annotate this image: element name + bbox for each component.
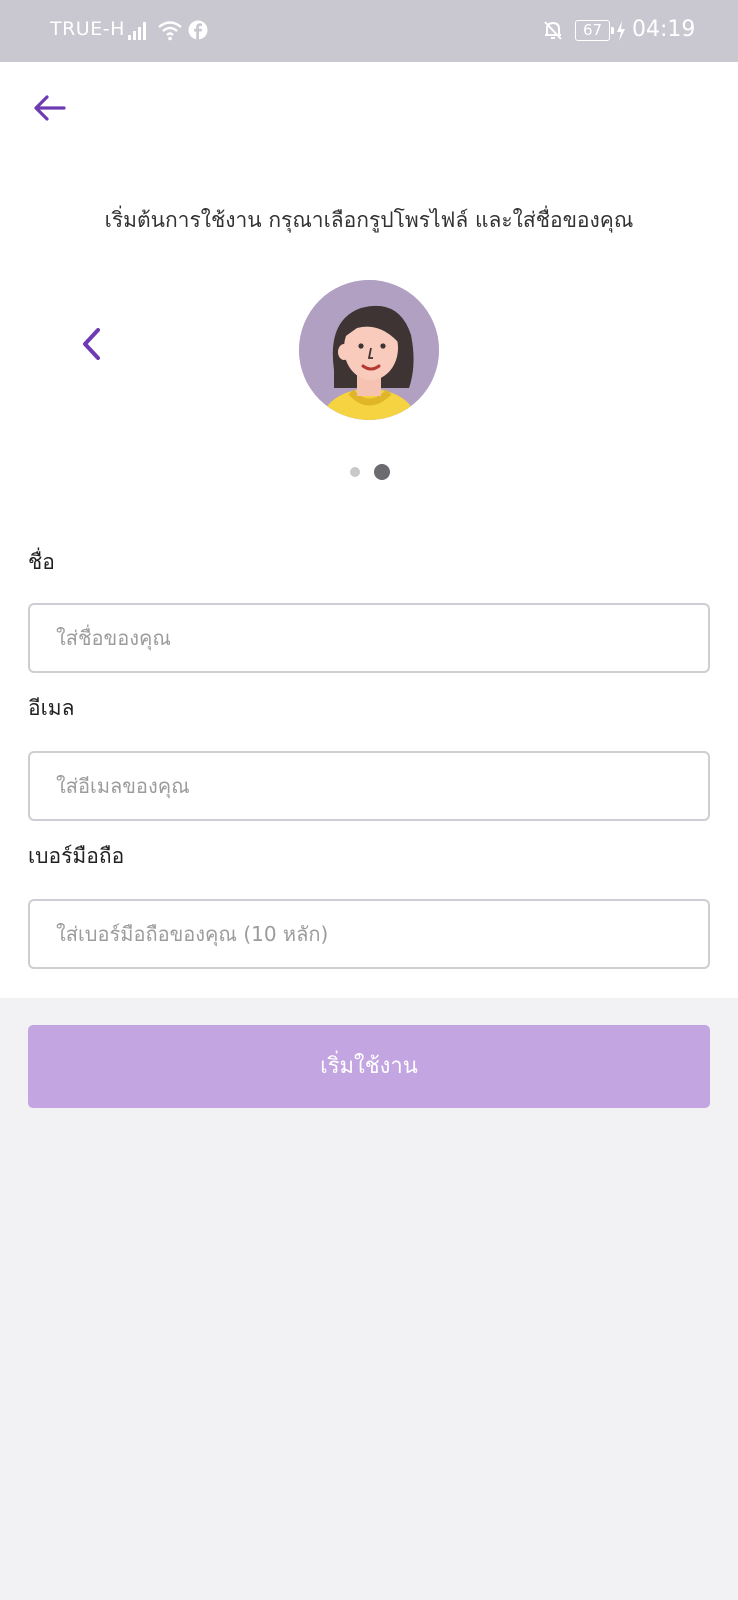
battery-indicator: 67: [575, 20, 614, 41]
facebook-icon: [188, 20, 208, 44]
email-label: อีเมล: [28, 696, 75, 720]
back-button[interactable]: [30, 92, 70, 132]
email-input[interactable]: [28, 751, 710, 821]
start-button[interactable]: เริ่มใช้งาน: [28, 1025, 710, 1108]
carrier-name: TRUE-H: [50, 18, 125, 40]
signal-icon: [128, 20, 150, 44]
phone-input[interactable]: [28, 899, 710, 969]
name-input[interactable]: [28, 603, 710, 673]
name-label: ชื่อ: [28, 550, 55, 574]
page-heading: เริ่มต้นการใช้งาน กรุณาเลือกรูปโพรไฟล์ แ…: [104, 208, 634, 232]
clock: 04:19: [632, 17, 696, 42]
charging-icon: [615, 20, 627, 46]
phone-label: เบอร์มือถือ: [28, 844, 125, 868]
arrow-left-icon: [34, 95, 66, 121]
profile-setup-screen: เริ่มต้นการใช้งาน กรุณาเลือกรูปโพรไฟล์ แ…: [0, 62, 738, 998]
pager-dot[interactable]: [350, 467, 360, 477]
wifi-icon: [157, 19, 183, 45]
woman-avatar-illustration: [299, 280, 439, 420]
previous-avatar-button[interactable]: [76, 324, 106, 364]
pager-dot-active[interactable]: [374, 464, 390, 480]
chevron-left-icon: [83, 328, 100, 360]
avatar[interactable]: [299, 280, 439, 420]
bell-off-icon: [542, 19, 564, 45]
status-bar: TRUE-H 67 04:19: [0, 0, 738, 62]
